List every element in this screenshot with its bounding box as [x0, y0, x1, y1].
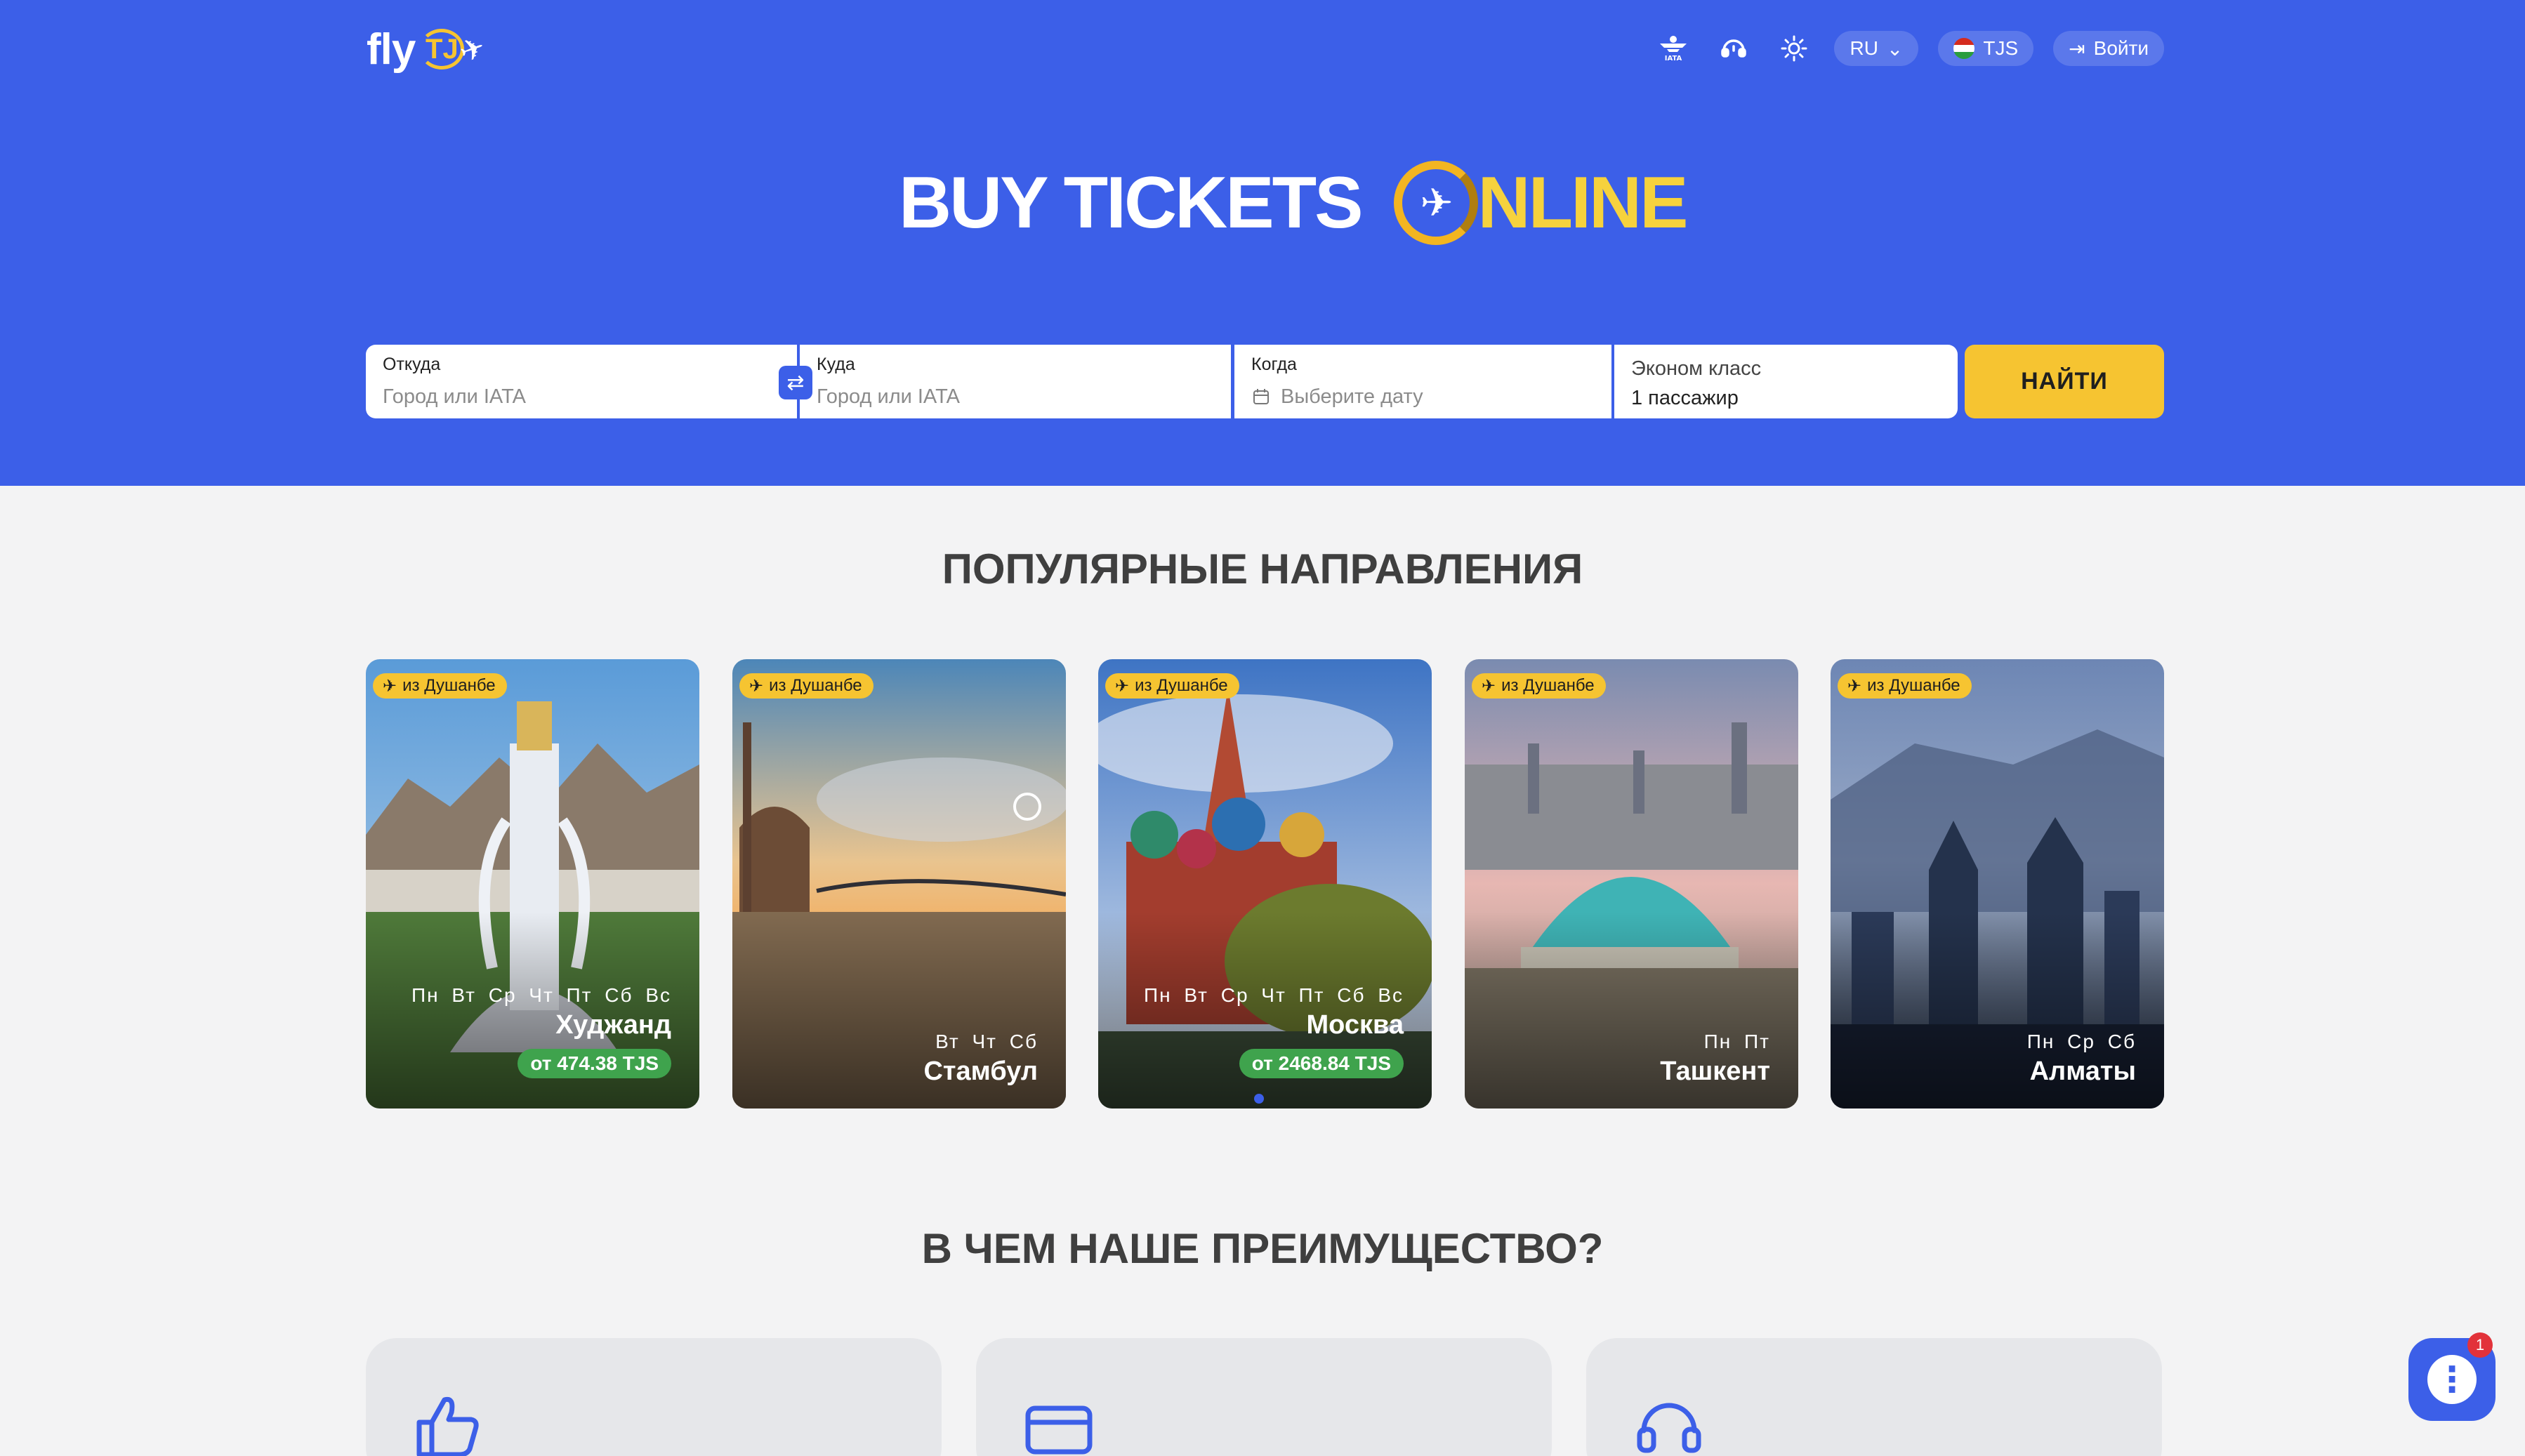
plane-o-icon: ✈: [1393, 161, 1478, 245]
class-value: Эконом класс: [1631, 357, 1762, 380]
city-name: Худжанд: [555, 1010, 671, 1040]
plane-takeoff-icon: ✈: [1847, 676, 1862, 696]
city-name: Ташкент: [1660, 1057, 1770, 1086]
flight-days: Пн Пт: [1703, 1031, 1770, 1052]
chat-notification-badge: 1: [2467, 1332, 2493, 1358]
svg-text:IATA: IATA: [1665, 55, 1682, 62]
to-field[interactable]: Куда Город или IATA: [800, 345, 1231, 418]
from-dushanbe-badge: ✈ из Душанбе: [1838, 673, 1972, 699]
date-input[interactable]: Выберите дату: [1251, 381, 1595, 412]
from-label: Откуда: [383, 355, 441, 374]
credit-card-icon: [1025, 1405, 1093, 1455]
passengers-value: 1 пассажир: [1631, 386, 1739, 409]
popular-title: ПОПУЛЯРНЫЕ НАПРАВЛЕНИЯ: [942, 545, 1583, 593]
price-badge: от 2468.84 TJS: [1239, 1049, 1404, 1078]
flight-days: Пн Ср Сб: [2026, 1031, 2136, 1052]
iata-icon[interactable]: IATA: [1653, 31, 1694, 66]
thumbs-up-icon: [416, 1396, 479, 1456]
date-placeholder: Выберите дату: [1281, 385, 1423, 408]
to-label: Куда: [817, 355, 855, 374]
sun-icon[interactable]: [1774, 31, 1814, 66]
advantage-card: [1586, 1338, 2162, 1456]
chat-icon: ⋮: [2427, 1355, 2477, 1404]
advantage-card: [976, 1338, 1552, 1456]
headset-icon: [1637, 1403, 1701, 1453]
destination-card-istanbul[interactable]: ✈ из Душанбе Вт Чт Сб Стамбул: [732, 659, 1066, 1108]
advantage-card: [366, 1338, 942, 1456]
destination-card-almaty[interactable]: ✈ из Душанбе Пн Ср Сб Алматы: [1831, 659, 2164, 1108]
price-badge: от 474.38 TJS: [517, 1049, 671, 1078]
flight-search-form: Откуда Город или IATA ⇄ Куда Город или I…: [366, 345, 2164, 418]
to-input[interactable]: Город или IATA: [817, 381, 1214, 412]
flight-days: Вт Чт Сб: [935, 1031, 1038, 1052]
plane-takeoff-icon: ✈: [1115, 676, 1130, 696]
destination-card-khujand[interactable]: ✈ из Душанбе Пн Вт Ср Чт Пт Сб Вс Худжанд…: [366, 659, 699, 1108]
carousel-indicator[interactable]: [1254, 1094, 1264, 1104]
hero-title-part2: NLINE: [1477, 161, 1689, 244]
from-field[interactable]: Откуда Город или IATA: [366, 345, 797, 418]
city-name: Москва: [1306, 1010, 1404, 1040]
headset-icon[interactable]: [1713, 31, 1754, 66]
badge-label: из Душанбе: [1135, 676, 1228, 695]
language-value: RU: [1850, 37, 1878, 59]
logo-tj-text: TJ: [419, 29, 465, 70]
currency-value: TJS: [1983, 37, 2019, 59]
hero-title-part1: BUY TICKETS: [899, 161, 1363, 244]
city-name: Стамбул: [923, 1057, 1038, 1086]
plane-takeoff-icon: ✈: [383, 676, 397, 696]
logo[interactable]: fly TJ ✈: [367, 21, 500, 77]
top-navigation: IATA RU ⌄ TJS ⇥ Войти: [1653, 31, 2164, 66]
from-input[interactable]: Город или IATA: [383, 381, 780, 412]
from-dushanbe-badge: ✈ из Душанбе: [1105, 673, 1239, 699]
login-label: Войти: [2093, 37, 2149, 59]
badge-label: из Душанбе: [1867, 676, 1960, 695]
flight-days: Пн Вт Ср Чт Пт Сб Вс: [1144, 984, 1404, 1006]
destinations-carousel: ✈ из Душанбе Пн Вт Ср Чт Пт Сб Вс Худжанд…: [366, 659, 2164, 1108]
search-button[interactable]: НАЙТИ: [1965, 345, 2164, 418]
from-dushanbe-badge: ✈ из Душанбе: [1472, 673, 1606, 699]
login-icon: ⇥: [2069, 37, 2085, 60]
calendar-icon: [1253, 389, 1269, 404]
city-name: Алматы: [2029, 1057, 2136, 1086]
class-passengers-field[interactable]: Эконом класс 1 пассажир: [1614, 345, 1958, 418]
badge-label: из Душанбе: [769, 676, 862, 695]
swap-cities-button[interactable]: ⇄: [779, 366, 812, 399]
plane-icon: ✈: [455, 29, 490, 70]
from-dushanbe-badge: ✈ из Душанбе: [373, 673, 507, 699]
date-label: Когда: [1251, 355, 1297, 374]
plane-takeoff-icon: ✈: [749, 676, 764, 696]
currency-select[interactable]: TJS: [1938, 31, 2034, 66]
destination-card-tashkent[interactable]: ✈ из Душанбе Пн Пт Ташкент: [1465, 659, 1798, 1108]
hero-title: BUY TICKETS ✈ NLINE: [899, 157, 1689, 249]
flight-days: Пн Вт Ср Чт Пт Сб Вс: [411, 984, 671, 1006]
logo-fly-text: fly: [367, 25, 416, 74]
destination-card-moscow[interactable]: ✈ из Душанбе Пн Вт Ср Чт Пт Сб Вс Москва …: [1098, 659, 1432, 1108]
from-dushanbe-badge: ✈ из Душанбе: [739, 673, 873, 699]
tajikistan-flag-icon: [1953, 38, 1975, 59]
hero-banner: fly TJ ✈ IATA RU ⌄ TJS ⇥ Войти BUY TICKE…: [0, 0, 2525, 486]
chevron-down-icon: ⌄: [1886, 37, 1904, 60]
advantages-title: В ЧЕМ НАШЕ ПРЕИМУЩЕСТВО?: [921, 1225, 1604, 1272]
badge-label: из Душанбе: [1501, 676, 1595, 695]
plane-takeoff-icon: ✈: [1482, 676, 1496, 696]
badge-label: из Душанбе: [402, 676, 496, 695]
login-button[interactable]: ⇥ Войти: [2053, 31, 2164, 66]
date-field[interactable]: Когда Выберите дату: [1234, 345, 1611, 418]
language-select[interactable]: RU ⌄: [1834, 31, 1919, 66]
